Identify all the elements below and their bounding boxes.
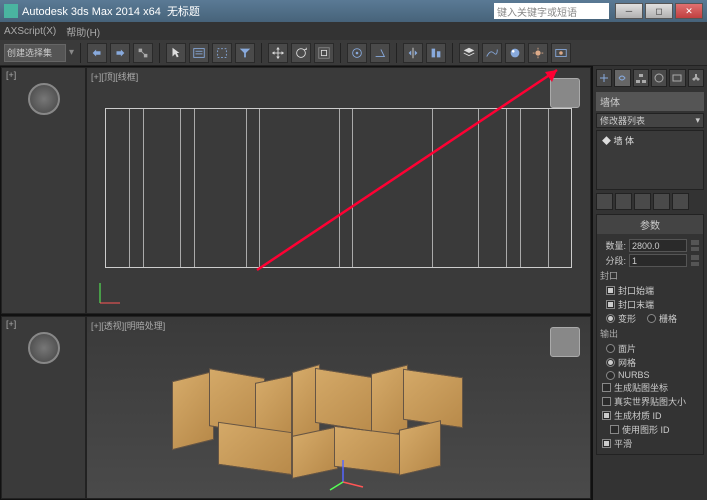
- make-unique-icon[interactable]: [634, 193, 651, 210]
- configure-sets-icon[interactable]: [672, 193, 689, 210]
- check-cap-end[interactable]: [606, 300, 615, 309]
- rollout-parameters: 参数 数量: 2800.0 分段: 1 封口 封口始端 封口末端 变形 栅格 输…: [596, 214, 704, 455]
- output-group-label: 输出: [600, 327, 700, 340]
- radio-mesh[interactable]: [606, 358, 615, 367]
- close-button[interactable]: ✕: [675, 3, 703, 19]
- app-icon: [4, 4, 18, 18]
- title-bar: Autodesk 3ds Max 2014 x64 无标题 键入关键字或短语 ─…: [0, 0, 707, 22]
- menu-bar: AXScript(X) 帮助(H): [0, 22, 707, 40]
- tab-hierarchy[interactable]: [633, 69, 649, 87]
- viewcube-icon[interactable]: [28, 83, 60, 115]
- mirror-icon[interactable]: [403, 43, 423, 63]
- redo-icon[interactable]: [110, 43, 130, 63]
- check-gen-coords[interactable]: [602, 383, 611, 392]
- viewport-area: [+] [+][顶][线框] [+]: [0, 66, 592, 500]
- render-setup-icon[interactable]: [528, 43, 548, 63]
- segments-label: 分段:: [600, 254, 626, 267]
- viewport-top-wireframe[interactable]: [+][顶][线框]: [86, 67, 591, 314]
- scale-icon[interactable]: [314, 43, 334, 63]
- tab-modify[interactable]: [614, 69, 630, 87]
- radio-patch[interactable]: [606, 344, 615, 353]
- pin-stack-icon[interactable]: [596, 193, 613, 210]
- snap-icon[interactable]: [347, 43, 367, 63]
- segments-spinner[interactable]: 1: [629, 254, 687, 267]
- check-cap-start[interactable]: [606, 286, 615, 295]
- curve-editor-icon[interactable]: [482, 43, 502, 63]
- viewport-bottom-left[interactable]: [+]: [1, 316, 86, 499]
- minimize-button[interactable]: ─: [615, 3, 643, 19]
- axis-gizmo-icon: [95, 278, 125, 308]
- modifier-stack[interactable]: ◆ 墙 体: [596, 130, 704, 190]
- render-icon[interactable]: [551, 43, 571, 63]
- radio-morph[interactable]: [606, 314, 615, 323]
- check-real-world[interactable]: [602, 397, 611, 406]
- tab-create[interactable]: [596, 69, 612, 87]
- rotate-icon[interactable]: [291, 43, 311, 63]
- command-panel: 墙体 修改器列表▾ ◆ 墙 体 参数 数量: 2800.0 分段: 1: [592, 66, 707, 500]
- undo-icon[interactable]: [87, 43, 107, 63]
- menu-help[interactable]: 帮助(H): [66, 24, 100, 39]
- filter-icon[interactable]: [235, 43, 255, 63]
- angle-snap-icon[interactable]: [370, 43, 390, 63]
- viewcube-icon[interactable]: [550, 78, 580, 108]
- select-name-icon[interactable]: [189, 43, 209, 63]
- check-use-shape-ids[interactable]: [610, 425, 619, 434]
- rollout-header[interactable]: 参数: [597, 215, 703, 234]
- align-icon[interactable]: [426, 43, 446, 63]
- app-title: Autodesk 3ds Max 2014 x64: [22, 6, 161, 18]
- viewcube-icon[interactable]: [28, 332, 60, 364]
- axis-gizmo-icon: [328, 452, 368, 492]
- viewport-top-left[interactable]: [+]: [1, 67, 86, 314]
- object-name-field[interactable]: 墙体: [596, 92, 704, 111]
- tab-display[interactable]: [669, 69, 685, 87]
- dropdown-arrow-icon: ▾: [69, 47, 74, 58]
- remove-modifier-icon[interactable]: [653, 193, 670, 210]
- show-end-result-icon[interactable]: [615, 193, 632, 210]
- select-region-icon[interactable]: [212, 43, 232, 63]
- menu-maxscript[interactable]: AXScript(X): [4, 26, 56, 37]
- select-icon[interactable]: [166, 43, 186, 63]
- main-toolbar: 创建选择集 ▾: [0, 40, 707, 66]
- amount-spinner[interactable]: 2800.0: [629, 239, 687, 252]
- maximize-button[interactable]: ◻: [645, 3, 673, 19]
- material-editor-icon[interactable]: [505, 43, 525, 63]
- help-search-input[interactable]: 键入关键字或短语: [494, 3, 609, 19]
- tab-motion[interactable]: [651, 69, 667, 87]
- cap-group-label: 封口: [600, 269, 700, 282]
- selection-set-dropdown[interactable]: 创建选择集: [4, 44, 66, 62]
- wireframe-model: [105, 108, 572, 268]
- file-name: 无标题: [167, 6, 200, 18]
- move-icon[interactable]: [268, 43, 288, 63]
- spinner-buttons[interactable]: [690, 254, 700, 267]
- link-icon[interactable]: [133, 43, 153, 63]
- modifier-list-dropdown[interactable]: 修改器列表▾: [596, 113, 704, 128]
- check-smooth[interactable]: [602, 439, 611, 448]
- layers-icon[interactable]: [459, 43, 479, 63]
- spinner-buttons[interactable]: [690, 239, 700, 252]
- check-gen-matids[interactable]: [602, 411, 611, 420]
- tab-utilities[interactable]: [688, 69, 704, 87]
- radio-grid[interactable]: [647, 314, 656, 323]
- viewport-perspective[interactable]: [+][透视][明暗处理]: [86, 316, 591, 499]
- radio-nurbs[interactable]: [606, 371, 615, 380]
- amount-label: 数量:: [600, 239, 626, 252]
